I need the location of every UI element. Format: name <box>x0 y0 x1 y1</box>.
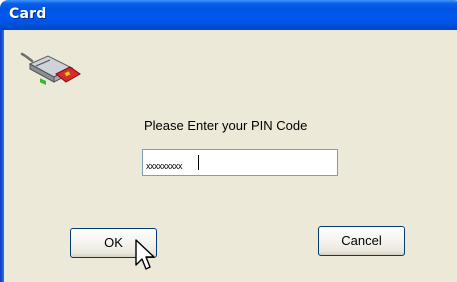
card-reader-icon <box>20 52 81 86</box>
pin-prompt-label: Please Enter your PIN Code <box>144 118 308 133</box>
pin-dialog: Card Please Enter your PIN Code OK Cance… <box>0 0 457 282</box>
cancel-button[interactable]: Cancel <box>318 226 405 256</box>
title-bar[interactable]: Card <box>0 0 457 30</box>
mouse-pointer-icon <box>135 239 155 270</box>
window-title: Card <box>9 6 47 22</box>
pin-code-input[interactable] <box>142 149 338 176</box>
text-caret <box>198 155 199 170</box>
